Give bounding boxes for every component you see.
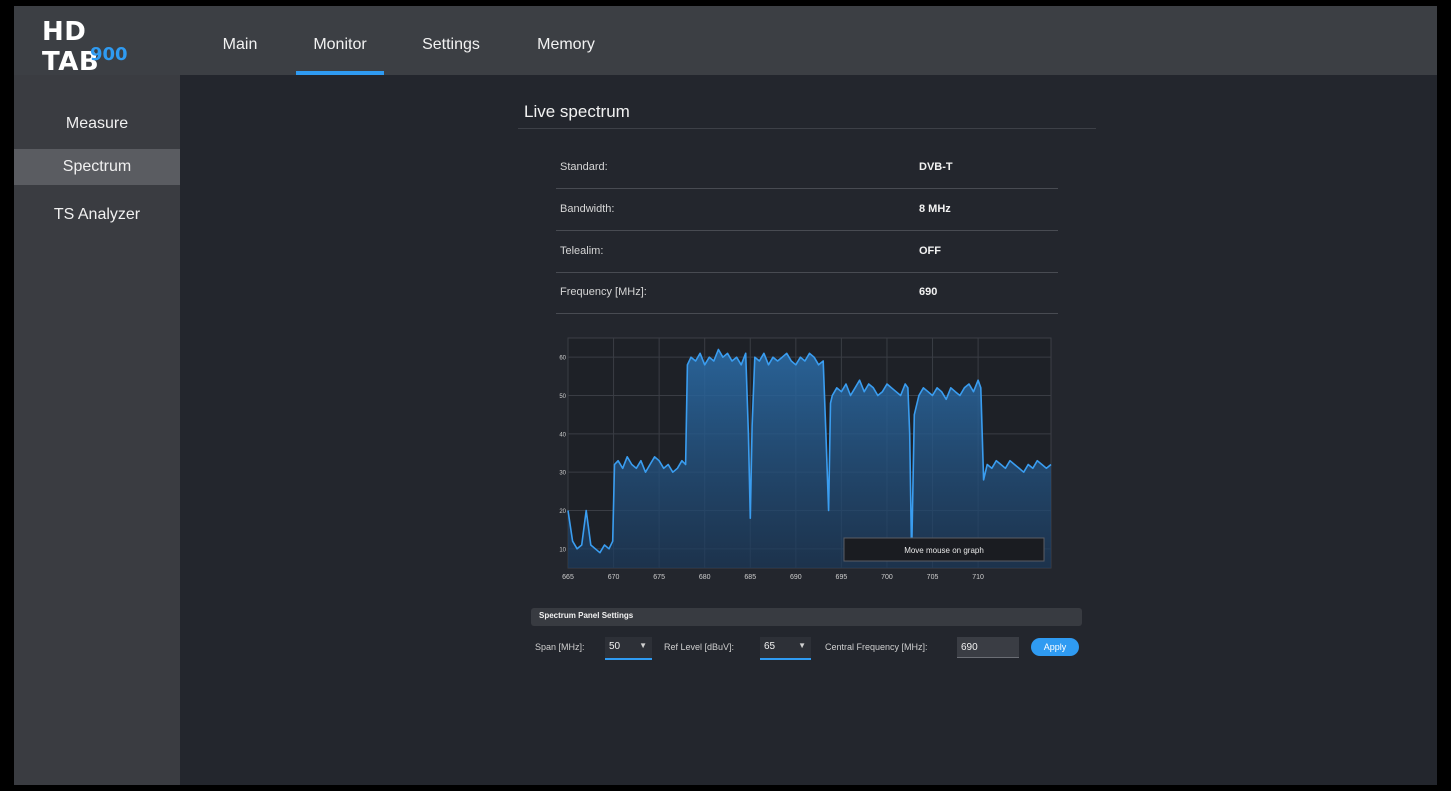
tab-settings[interactable]: Settings [410, 6, 492, 75]
info-value: DVB-T [919, 161, 953, 173]
y-tick-label: 60 [559, 356, 566, 362]
x-tick-label: 710 [972, 574, 984, 581]
info-value: 8 MHz [919, 203, 951, 215]
x-tick-label: 675 [653, 574, 665, 581]
info-row-telealim: Telealim: OFF [556, 231, 1058, 273]
x-tick-label: 705 [927, 574, 939, 581]
info-row-bandwidth: Bandwidth: 8 MHz [556, 189, 1058, 231]
ref-level-select[interactable]: 65 ▼ [760, 637, 811, 660]
hover-tooltip-text: Move mouse on graph [904, 546, 984, 555]
x-tick-label: 685 [744, 574, 756, 581]
span-select-value: 50 [609, 641, 621, 652]
top-navigation-bar: HD TAB 900 Main Monitor Settings Memory [14, 6, 1437, 77]
logo-model-text: 900 [90, 44, 128, 65]
ref-level-label: Ref Level [dBuV]: [664, 642, 735, 652]
sidebar-item-spectrum[interactable]: Spectrum [14, 149, 180, 185]
x-tick-label: 695 [836, 574, 848, 581]
info-label: Telealim: [560, 245, 604, 257]
spectrum-chart-svg[interactable]: 665 670 675 680 685 690 695 700 705 710 10 20 30 40 50… [555, 336, 1054, 581]
chevron-down-icon: ▼ [639, 641, 647, 650]
app-logo: HD TAB 900 [42, 17, 152, 77]
x-tick-label: 680 [699, 574, 711, 581]
info-row-standard: Standard: DVB-T [556, 147, 1058, 189]
span-select[interactable]: 50 ▼ [605, 637, 652, 660]
tab-main[interactable]: Main [208, 6, 272, 75]
y-tick-label: 10 [559, 547, 566, 553]
app-window: HD TAB 900 Main Monitor Settings Memory … [14, 6, 1437, 785]
settings-header-label: Spectrum Panel Settings [539, 611, 634, 620]
info-label: Standard: [560, 161, 608, 173]
y-tick-label: 30 [559, 471, 566, 477]
info-row-frequency: Frequency [MHz]: 690 [556, 272, 1058, 314]
apply-button[interactable]: Apply [1031, 638, 1079, 656]
y-tick-label: 50 [559, 394, 566, 400]
page-title: Live spectrum [524, 102, 630, 121]
tab-monitor[interactable]: Monitor [296, 6, 384, 75]
spectrum-chart[interactable]: 665 670 675 680 685 690 695 700 705 710 10 20 30 40 50… [555, 336, 1054, 581]
y-tick-label: 20 [559, 509, 566, 515]
info-value: OFF [919, 245, 941, 257]
chevron-down-icon: ▼ [798, 641, 806, 650]
info-value: 690 [919, 286, 938, 298]
sidebar: Measure Spectrum TS Analyzer [14, 75, 180, 785]
x-tick-label: 670 [608, 574, 620, 581]
x-tick-label: 690 [790, 574, 802, 581]
info-label: Frequency [MHz]: [560, 286, 647, 298]
title-divider [518, 128, 1096, 129]
span-label: Span [MHz]: [535, 642, 585, 652]
sidebar-item-ts-analyzer[interactable]: TS Analyzer [14, 197, 180, 233]
info-label: Bandwidth: [560, 203, 615, 215]
central-frequency-label: Central Frequency [MHz]: [825, 642, 928, 652]
tab-memory[interactable]: Memory [524, 6, 608, 75]
x-tick-label: 665 [562, 574, 574, 581]
spectrum-settings-header: Spectrum Panel Settings [531, 608, 1082, 626]
sidebar-item-measure[interactable]: Measure [14, 106, 180, 142]
x-tick-label: 700 [881, 574, 893, 581]
ref-level-select-value: 65 [764, 641, 776, 652]
y-tick-label: 40 [559, 432, 566, 438]
central-frequency-input[interactable] [957, 637, 1019, 658]
